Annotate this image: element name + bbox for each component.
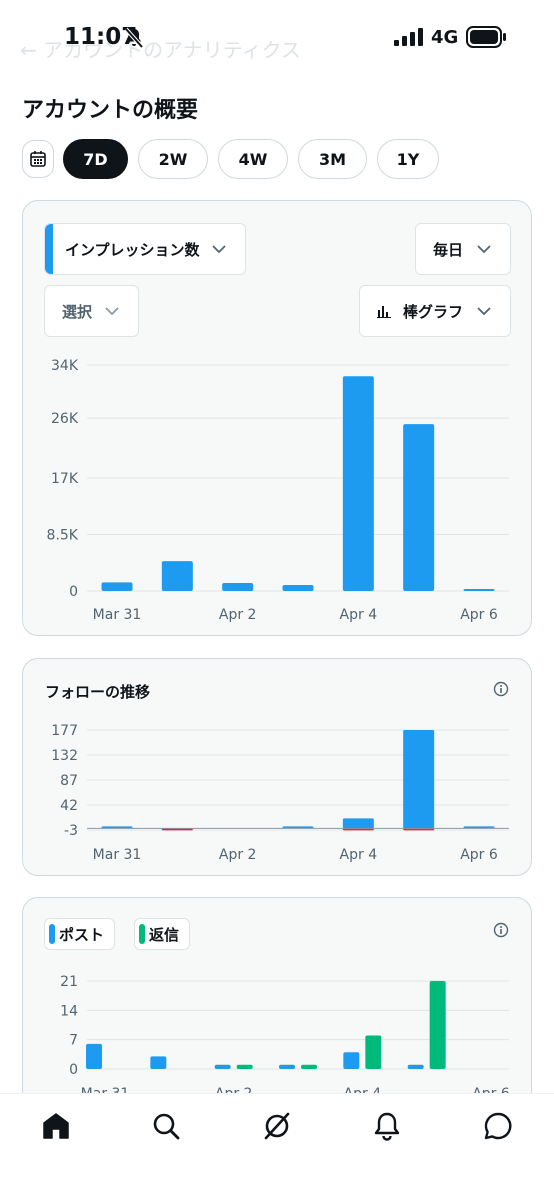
replies-color-swatch [139,924,145,944]
battery-icon [466,26,506,48]
messages-icon[interactable] [482,1110,514,1142]
y-tick-label: -3 [64,823,78,839]
x-tick-label: Apr 2 [219,847,257,863]
status-bar: ← アカウントのアナリティクス 11:07 4G [0,0,554,76]
bar [403,424,435,591]
y-tick-label: 34K [51,358,79,374]
bar [342,376,374,591]
bar-gain [342,818,374,829]
bar [161,561,193,591]
y-tick-label: 14 [60,1003,78,1019]
calendar-icon [30,151,46,167]
metric-dropdown-label: インプレッション数 [65,240,200,259]
bar-posts [279,1064,295,1069]
chart-type-dropdown[interactable]: 棒グラフ [359,285,511,337]
impressions-card: インプレッション数 毎日 選択 棒グラフ 0 8.5K 17K 26K 34K Mar 3… [22,200,532,636]
x-tick-label: Mar 31 [93,847,142,863]
bar-gain [403,730,435,829]
legend-posts[interactable]: ポスト [44,918,116,950]
y-tick-label: 21 [60,974,78,990]
screen: ← アカウントのアナリティクス 11:07 4G アカウントの概要 7D 2W … [0,0,554,1200]
bar-posts [214,1064,231,1069]
select-dropdown-label: 選択 [62,302,93,321]
bar-replies [429,981,446,1069]
bar [463,589,495,591]
period-1y-button[interactable]: 1Y [377,139,439,179]
period-3m-button[interactable]: 3M [298,139,367,179]
bar-replies [301,1064,317,1069]
page-title: アカウントの概要 [22,98,199,123]
y-tick-label: 0 [69,584,78,600]
period-2w-button[interactable]: 2W [138,139,208,179]
signal-icon [394,28,423,46]
period-7d-button[interactable]: 7D [63,139,128,179]
y-tick-label: 17K [51,471,79,487]
y-tick-label: 87 [60,773,78,789]
y-tick-label: 7 [69,1033,78,1049]
chevron-down-icon [477,307,491,316]
posts-color-swatch [49,924,55,944]
y-tick-label: 0 [69,1062,78,1078]
chart-type-dropdown-label: 棒グラフ [403,302,464,321]
y-tick-label: 42 [60,798,78,814]
chevron-down-icon [477,245,491,254]
chevron-down-icon [212,245,226,254]
bar [282,585,314,591]
y-tick-label: 132 [51,748,78,764]
y-tick-label: 26K [51,411,79,427]
bar-posts [343,1052,360,1069]
calendar-button[interactable] [22,140,54,178]
grok-icon[interactable] [261,1110,293,1142]
interval-dropdown[interactable]: 毎日 [415,223,511,275]
bar-posts [407,1064,424,1069]
metric-color-indicator [45,224,53,274]
bar-posts [86,1043,102,1069]
header-behind-status: ← アカウントのアナリティクス [20,38,301,62]
chevron-down-icon [105,307,119,316]
legend-replies-label: 返信 [149,925,180,944]
y-tick-label: 177 [51,723,78,739]
bar-replies [365,1035,382,1069]
x-tick-label: Apr 6 [460,607,498,623]
select-dropdown[interactable]: 選択 [44,285,139,337]
notifications-icon[interactable] [371,1110,403,1142]
follows-chart: -3 42 87 132 177 Mar 31 Apr 2 Apr 4 Apr 6 [51,723,509,863]
network-type: 4G [431,27,459,48]
metric-dropdown[interactable]: インプレッション数 [44,223,246,275]
x-tick-label: Apr 4 [340,607,378,623]
bar-posts [150,1056,167,1069]
x-tick-label: Mar 31 [93,607,142,623]
follows-card-title: フォローの推移 [45,683,151,701]
impressions-chart: 0 8.5K 17K 26K 34K Mar 31 Apr 2 Apr 4 Apr 6 [47,358,509,623]
x-tick-label: Apr 2 [219,607,257,623]
info-icon[interactable] [493,922,509,938]
bar-chart-icon [377,306,391,318]
period-4w-button[interactable]: 4W [218,139,288,179]
follows-card: フォローの推移 -3 42 87 132 177 Mar 31 Apr 2 Apr 4 Apr … [22,658,532,876]
bar-replies [236,1064,253,1069]
bell-slash-icon [124,27,144,49]
home-icon[interactable] [40,1110,72,1142]
interval-dropdown-label: 毎日 [433,240,464,259]
legend-replies[interactable]: 返信 [134,918,191,950]
bar [101,582,133,591]
legend-posts-label: ポスト [59,925,105,944]
bottom-nav [0,1093,554,1200]
y-tick-label: 8.5K [47,528,79,544]
x-tick-label: Apr 4 [340,847,378,863]
info-icon[interactable] [493,681,509,697]
x-tick-label: Apr 6 [460,847,498,863]
bar [222,583,254,591]
search-icon[interactable] [150,1110,182,1142]
